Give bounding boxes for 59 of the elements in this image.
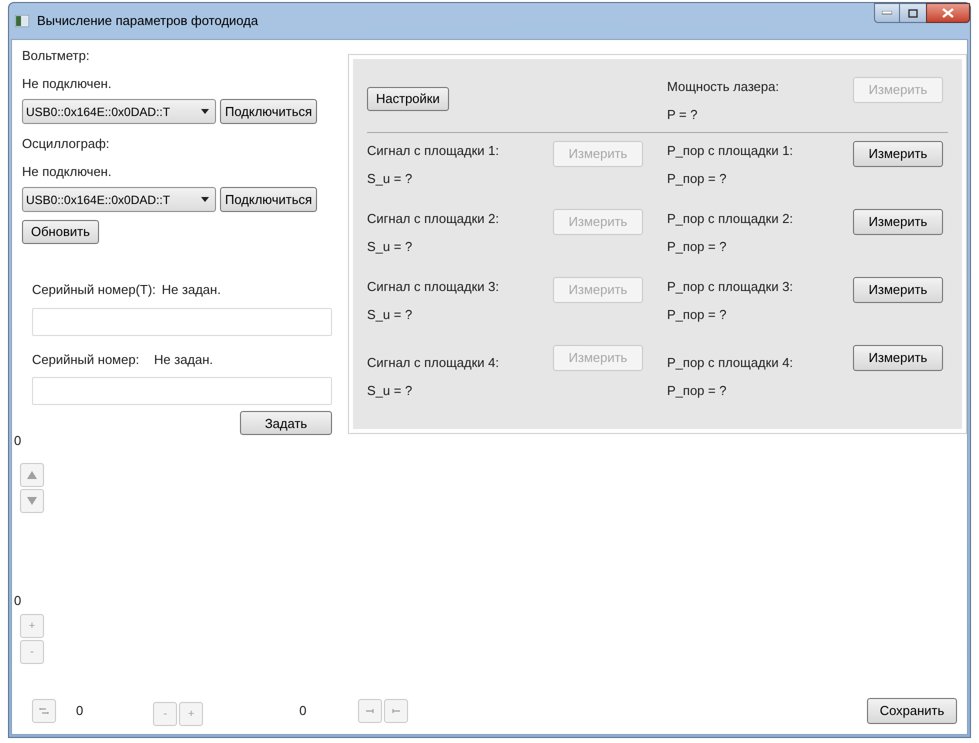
status-text: Не подключен. (22, 162, 112, 181)
signal-reading: S_u = ? (367, 170, 414, 188)
threshold-reading: P_пор = ? (667, 306, 728, 324)
serial-input[interactable] (32, 308, 332, 336)
serial-input[interactable] (32, 377, 332, 406)
device-label: Осциллограф: (22, 135, 110, 153)
threshold-label: P_пор с площадки 1: (667, 142, 794, 160)
set-button[interactable]: Задать (240, 411, 332, 436)
settings-button[interactable]: Настройки (367, 87, 449, 111)
minimize-icon (882, 11, 892, 15)
value-label: 0 (299, 702, 306, 720)
status-text: Не подключен. (22, 74, 112, 93)
threshold-label: P_пор с площадки 2: (667, 210, 794, 228)
threshold-reading: P_пор = ? (667, 170, 728, 188)
connect-button[interactable]: Подключиться (220, 187, 318, 212)
threshold-label: P_пор с площадки 3: (667, 278, 794, 296)
app-icon (15, 15, 29, 27)
window-title: Вычисление параметров фотодиода (37, 12, 258, 30)
signal-label: Сигнал с площадки 4: (367, 354, 500, 372)
serial-status: Не задан. (154, 350, 214, 369)
close-icon (942, 8, 954, 18)
save-button[interactable]: Сохранить (867, 698, 957, 724)
down-triangle-icon (27, 496, 37, 505)
threshold-reading: P_пор = ? (667, 238, 728, 256)
up-triangle-icon (27, 470, 37, 479)
maximize-button[interactable] (900, 3, 926, 23)
signal-label: Сигнал с площадки 3: (367, 278, 500, 296)
measure-button[interactable]: Измерить (853, 345, 943, 371)
device-dropdown[interactable]: USB0::0x164E::0x0DAD::T (22, 187, 216, 212)
signal-reading: S_u = ? (367, 306, 414, 324)
device-label: Вольтметр: (22, 47, 90, 65)
serial-label: Серийный номер: (32, 350, 140, 369)
value-label: 0 (76, 702, 84, 720)
minimize-button[interactable] (874, 3, 900, 23)
signal-label: Сигнал с площадки 2: (367, 210, 500, 228)
signal-reading: S_u = ? (367, 382, 414, 400)
laser-reading: P = ? (667, 106, 698, 124)
close-button[interactable] (926, 3, 970, 23)
value-label: 0 (14, 592, 22, 610)
serial-status: Не задан. (162, 281, 221, 300)
serial-label: Серийный номер(T): (32, 281, 156, 300)
signal-label: Сигнал с площадки 1: (367, 142, 500, 160)
value-label: 0 (14, 432, 22, 450)
threshold-reading: P_пор = ? (667, 382, 728, 400)
connect-button[interactable]: Подключиться (220, 99, 318, 124)
dropdown-arrow-icon (201, 109, 209, 114)
maximize-icon (908, 8, 918, 18)
measure-button[interactable]: Измерить (853, 209, 943, 235)
threshold-label: P_пор с площадки 4: (667, 354, 794, 372)
arrow-right-bar-icon (391, 708, 402, 714)
arrow-left-bar-icon (365, 708, 376, 714)
device-dropdown[interactable]: USB0::0x164E::0x0DAD::T (22, 99, 216, 124)
signal-reading: S_u = ? (367, 238, 414, 256)
laser-label: Мощность лазера: (667, 78, 780, 96)
refresh-button[interactable]: Обновить (22, 220, 99, 244)
measure-button[interactable]: Измерить (853, 141, 943, 167)
measure-button[interactable]: Измерить (853, 277, 943, 303)
swap-arrows-icon (39, 706, 49, 716)
dropdown-arrow-icon (201, 197, 209, 202)
